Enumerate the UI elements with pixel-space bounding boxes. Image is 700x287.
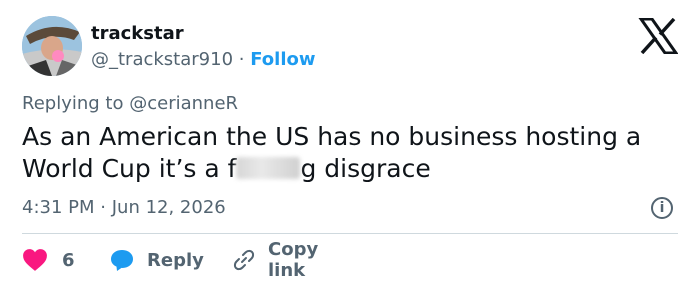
tweet-text: As an American the US has no business ho… bbox=[22, 121, 682, 185]
reply-button[interactable]: Reply bbox=[109, 246, 204, 274]
censor-blur bbox=[236, 157, 301, 179]
replying-to: Replying to @cerianneR bbox=[22, 92, 238, 116]
timestamp[interactable]: 4:31 PM · Jun 12, 2026 bbox=[22, 196, 226, 220]
copy-link-button[interactable]: Copy link bbox=[232, 239, 318, 281]
divider bbox=[22, 233, 678, 234]
avatar-image bbox=[22, 16, 82, 76]
reply-label: Reply bbox=[147, 249, 204, 271]
author-handle[interactable]: @_trackstar910 bbox=[91, 49, 233, 70]
tweet-text-line-1: As an American the US has no business ho… bbox=[22, 122, 642, 151]
replying-to-prefix: Replying to bbox=[22, 93, 124, 114]
separator-dot: · bbox=[238, 49, 245, 70]
copy-link-label: Copy link bbox=[268, 239, 319, 281]
author-name[interactable]: trackstar bbox=[91, 22, 184, 46]
author-handle-row: @_trackstar910 · Follow bbox=[91, 48, 316, 72]
tweet-text-line-2: World Cup it’s a f g disgrace bbox=[22, 153, 682, 185]
heart-icon bbox=[22, 248, 48, 272]
replying-to-mention[interactable]: @cerianneR bbox=[129, 93, 238, 114]
tweet-text-before-censor: World Cup it’s a f bbox=[22, 154, 237, 183]
timestamp-time: 4:31 PM bbox=[22, 197, 95, 218]
like-button[interactable]: 6 bbox=[22, 246, 75, 274]
timestamp-date: Jun 12, 2026 bbox=[111, 197, 226, 218]
link-icon bbox=[232, 248, 256, 272]
reply-bubble-icon bbox=[109, 248, 135, 272]
timestamp-separator: · bbox=[100, 197, 106, 218]
tweet-text-after-censor: g disgrace bbox=[300, 154, 431, 183]
x-logo-icon[interactable] bbox=[638, 17, 679, 55]
avatar[interactable] bbox=[22, 16, 82, 76]
like-count: 6 bbox=[62, 249, 75, 271]
follow-button[interactable]: Follow bbox=[250, 49, 315, 70]
info-icon[interactable]: i bbox=[651, 197, 673, 219]
